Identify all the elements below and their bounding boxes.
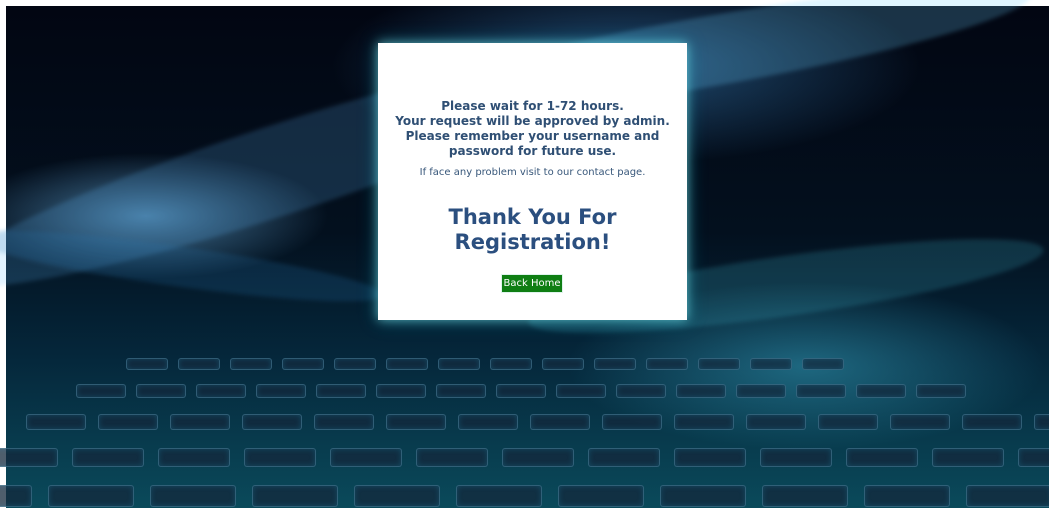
notice-line: Please remember your username and [405,129,660,143]
thank-you-heading: Thank You For Registration! [378,205,687,255]
thank-you-line: Registration! [454,230,611,254]
registration-confirmation-dialog: Please wait for 1-72 hours. Your request… [378,43,687,320]
notice-line: password for future use. [448,144,617,158]
approval-notice: Please wait for 1-72 hours. Your request… [378,99,687,159]
back-home-button[interactable]: Back Home [501,274,563,293]
page: Please wait for 1-72 hours. Your request… [0,0,1049,508]
contact-note: If face any problem visit to our contact… [419,167,646,178]
notice-line: Your request will be approved by admin. [395,114,670,128]
thank-you-line: Thank You For [448,205,617,229]
notice-line: Please wait for 1-72 hours. [441,99,624,113]
